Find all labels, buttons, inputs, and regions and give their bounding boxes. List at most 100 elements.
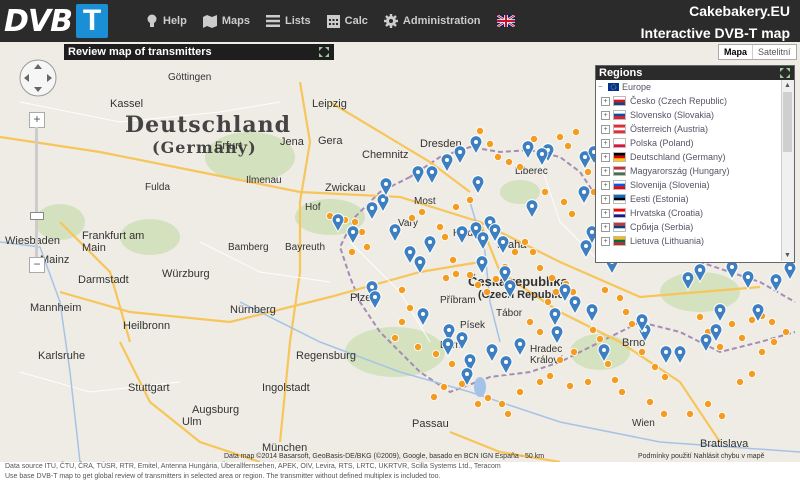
transmitter-pin-orange[interactable]: [390, 333, 399, 342]
transmitter-pin-blue[interactable]: [475, 255, 489, 276]
region-item[interactable]: + Magyarország (Hungary): [596, 164, 780, 178]
transmitter-pin-orange[interactable]: [397, 317, 406, 326]
transmitter-pin-blue[interactable]: [521, 140, 535, 161]
transmitter-pin-blue[interactable]: [597, 343, 611, 364]
transmitter-pin-blue[interactable]: [525, 199, 539, 220]
expand-plus-icon[interactable]: +: [601, 236, 610, 246]
map-terms-links[interactable]: Podmínky použití Nahlásit chybu v mapě: [638, 453, 764, 460]
transmitter-pin-orange[interactable]: [485, 140, 494, 149]
transmitter-pin-orange[interactable]: [584, 168, 593, 177]
transmitter-pin-orange[interactable]: [618, 387, 627, 396]
transmitter-pin-orange[interactable]: [483, 393, 492, 402]
transmitter-pin-orange[interactable]: [704, 399, 713, 408]
transmitter-pin-orange[interactable]: [350, 217, 359, 226]
transmitter-pin-blue[interactable]: [496, 235, 510, 256]
transmitter-pin-orange[interactable]: [566, 381, 575, 390]
region-root[interactable]: − Europe: [596, 80, 780, 94]
review-panel-header[interactable]: Review map of transmitters: [64, 44, 334, 60]
transmitter-pin-blue[interactable]: [440, 153, 454, 174]
transmitter-pin-blue[interactable]: [441, 337, 455, 358]
transmitter-pin-orange[interactable]: [736, 377, 745, 386]
scroll-up-arrow[interactable]: ▲: [784, 82, 791, 89]
transmitter-pin-blue[interactable]: [769, 273, 783, 294]
transmitter-pin-blue[interactable]: [425, 165, 439, 186]
zoom-in-button[interactable]: +: [29, 112, 45, 128]
transmitter-pin-blue[interactable]: [416, 307, 430, 328]
pan-control[interactable]: [18, 58, 58, 98]
transmitter-pin-orange[interactable]: [568, 209, 577, 218]
transmitter-pin-orange[interactable]: [570, 347, 579, 356]
expand-plus-icon[interactable]: +: [601, 166, 610, 176]
regions-scrollbar[interactable]: ▲ ▼: [781, 80, 794, 261]
nav-help[interactable]: Help: [146, 14, 187, 28]
transmitter-pin-blue[interactable]: [485, 343, 499, 364]
transmitter-pin-orange[interactable]: [728, 319, 737, 328]
transmitter-pin-orange[interactable]: [556, 355, 565, 364]
transmitter-pin-blue[interactable]: [469, 135, 483, 156]
transmitter-pin-orange[interactable]: [441, 273, 450, 282]
transmitter-pin-orange[interactable]: [493, 153, 502, 162]
transmitter-pin-orange[interactable]: [503, 409, 512, 418]
transmitter-pin-orange[interactable]: [347, 247, 356, 256]
transmitter-pin-orange[interactable]: [546, 371, 555, 380]
transmitter-pin-orange[interactable]: [560, 197, 569, 206]
transmitter-pin-blue[interactable]: [548, 307, 562, 328]
transmitter-pin-orange[interactable]: [362, 242, 371, 251]
language-flag-uk[interactable]: [496, 15, 515, 27]
nav-lists[interactable]: Lists: [265, 15, 311, 27]
transmitter-pin-orange[interactable]: [413, 342, 422, 351]
transmitter-pin-blue[interactable]: [783, 261, 797, 282]
transmitter-pin-blue[interactable]: [681, 271, 695, 292]
transmitter-pin-blue[interactable]: [699, 333, 713, 354]
logo[interactable]: DVB T: [4, 2, 108, 40]
transmitter-pin-blue[interactable]: [455, 331, 469, 352]
transmitter-pin-orange[interactable]: [638, 347, 647, 356]
transmitter-pin-orange[interactable]: [758, 347, 767, 356]
transmitter-pin-orange[interactable]: [397, 285, 406, 294]
transmitter-pin-orange[interactable]: [440, 232, 449, 241]
transmitter-pin-orange[interactable]: [768, 317, 777, 326]
transmitter-pin-orange[interactable]: [556, 133, 565, 142]
transmitter-pin-blue[interactable]: [725, 260, 739, 281]
transmitter-pin-orange[interactable]: [429, 392, 438, 401]
transmitter-pin-blue[interactable]: [471, 175, 485, 196]
region-item[interactable]: + Србија (Serbia): [596, 220, 780, 234]
transmitter-pin-orange[interactable]: [572, 128, 581, 137]
transmitter-pin-blue[interactable]: [499, 355, 513, 376]
transmitter-pin-orange[interactable]: [738, 333, 747, 342]
transmitter-pin-orange[interactable]: [405, 303, 414, 312]
transmitter-pin-orange[interactable]: [407, 213, 416, 222]
region-item[interactable]: + Slovenija (Slovenia): [596, 178, 780, 192]
transmitter-pin-orange[interactable]: [536, 327, 545, 336]
transmitter-pin-orange[interactable]: [465, 270, 474, 279]
region-item[interactable]: + Österreich (Austria): [596, 122, 780, 136]
transmitter-pin-blue[interactable]: [503, 279, 517, 300]
region-item[interactable]: + Polska (Poland): [596, 136, 780, 150]
transmitter-pin-orange[interactable]: [770, 337, 779, 346]
transmitter-pin-orange[interactable]: [718, 411, 727, 420]
region-item[interactable]: + Česko (Czech Republic): [596, 94, 780, 108]
transmitter-pin-blue[interactable]: [423, 235, 437, 256]
transmitter-pin-orange[interactable]: [439, 382, 448, 391]
transmitter-pin-blue[interactable]: [659, 345, 673, 366]
transmitter-pin-blue[interactable]: [513, 337, 527, 358]
transmitter-pin-blue[interactable]: [550, 325, 564, 346]
transmitter-pin-orange[interactable]: [611, 375, 620, 384]
map-type-mapa[interactable]: Mapa: [719, 45, 752, 59]
nav-administration[interactable]: Administration: [383, 14, 481, 28]
region-item[interactable]: + Slovensko (Slovakia): [596, 108, 780, 122]
transmitter-pin-orange[interactable]: [451, 269, 460, 278]
transmitter-pin-orange[interactable]: [473, 280, 482, 289]
region-item[interactable]: + Lietuva (Lithuania): [596, 234, 780, 248]
transmitter-pin-orange[interactable]: [589, 325, 598, 334]
transmitter-pin-blue[interactable]: [741, 270, 755, 291]
transmitter-pin-blue[interactable]: [585, 303, 599, 324]
expand-plus-icon[interactable]: +: [601, 208, 610, 218]
transmitter-pin-orange[interactable]: [651, 362, 660, 371]
transmitter-pin-orange[interactable]: [601, 285, 610, 294]
transmitter-pin-blue[interactable]: [365, 201, 379, 222]
transmitter-pin-orange[interactable]: [435, 222, 444, 231]
scroll-thumb[interactable]: [783, 92, 792, 152]
expand-icon[interactable]: [318, 46, 330, 58]
transmitter-pin-orange[interactable]: [596, 334, 605, 343]
